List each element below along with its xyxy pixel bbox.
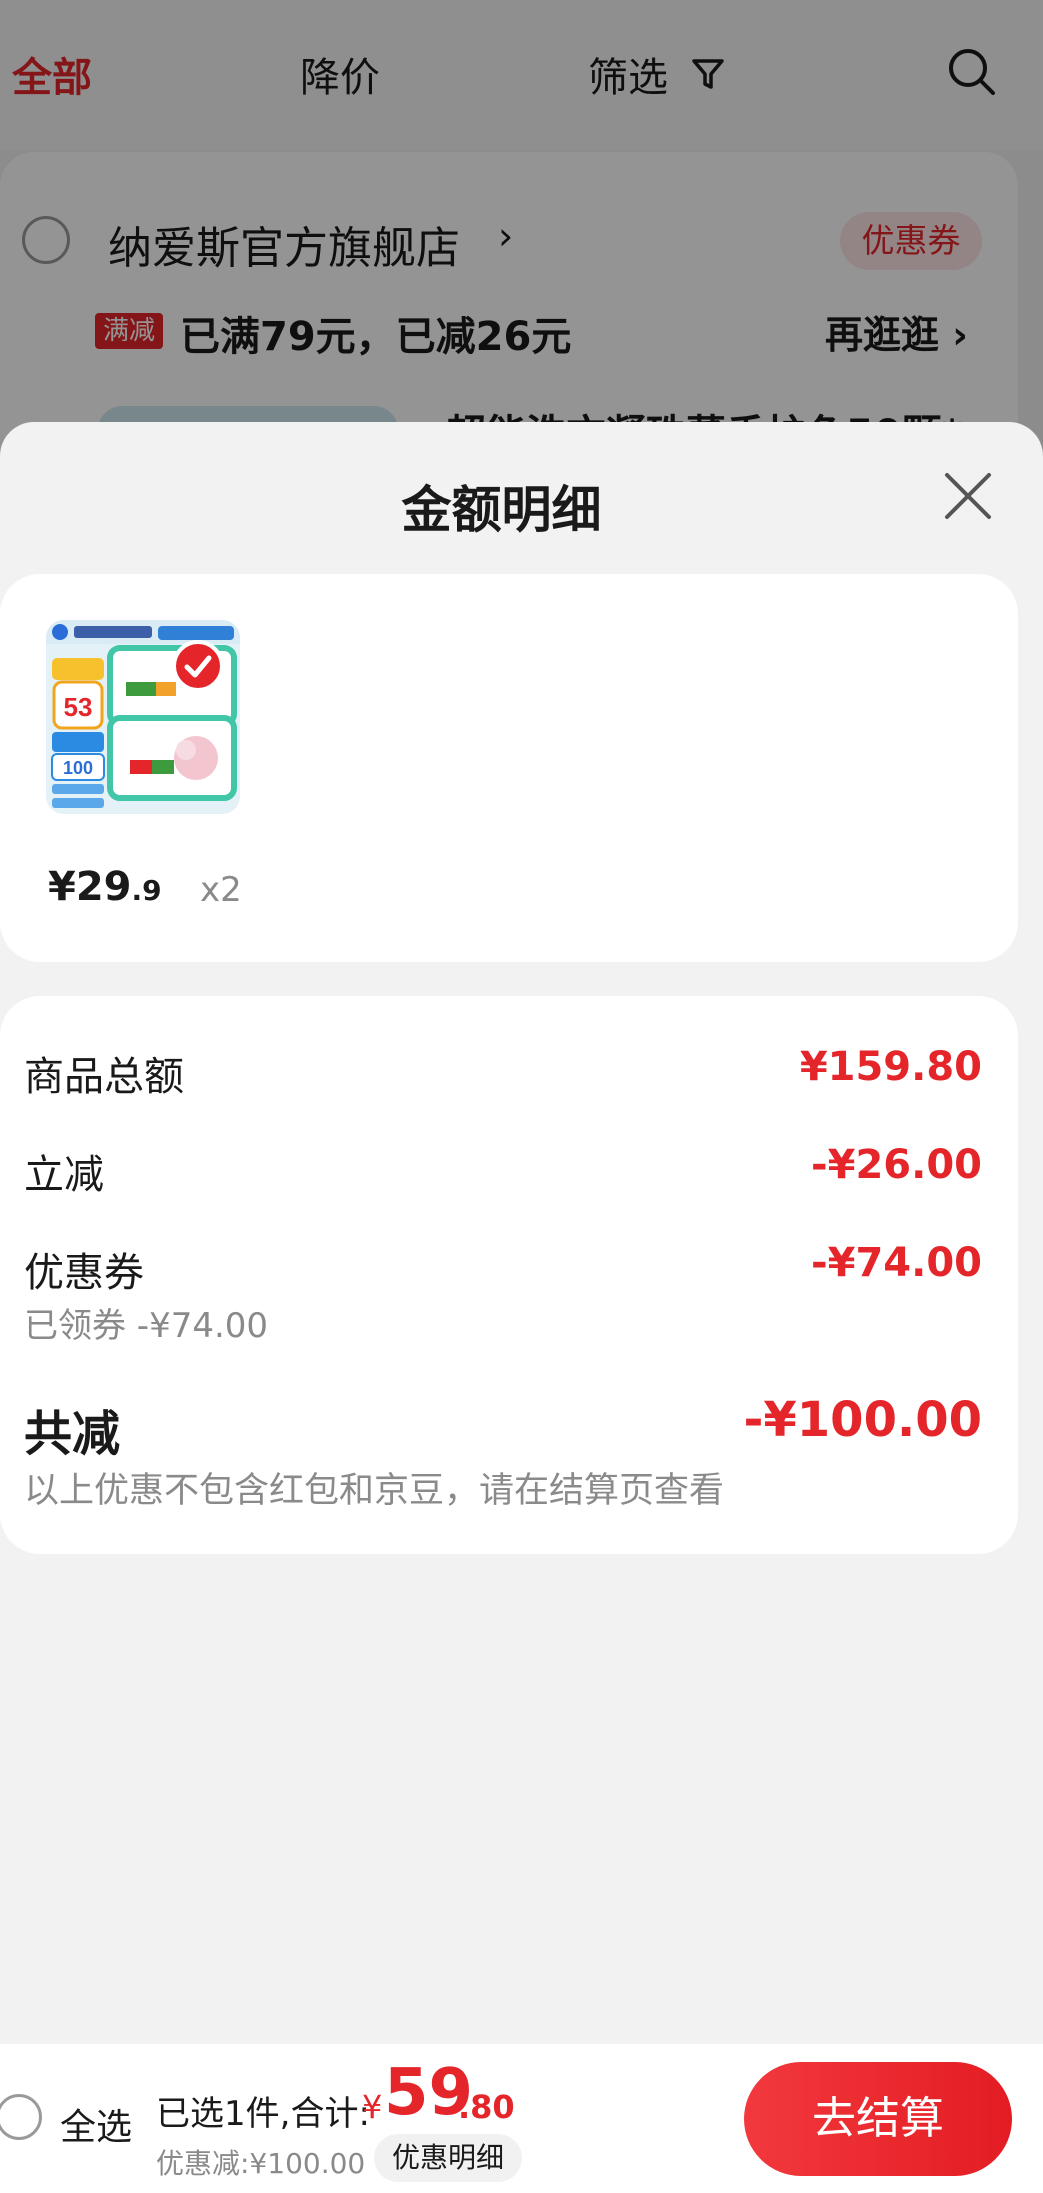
svg-text:53: 53 xyxy=(64,692,93,722)
amount-detail-sheet: 金额明细 53 100 ¥29.9 x2 商品总额 ¥159.80 立减 -¥2… xyxy=(0,422,1043,2193)
discount-detail-button[interactable]: 优惠明细 xyxy=(374,2134,523,2182)
instant-discount-value: -¥26.00 xyxy=(811,1142,982,1188)
select-all-radio[interactable] xyxy=(0,2094,42,2140)
item-quantity: x2 xyxy=(200,870,242,910)
close-icon[interactable] xyxy=(942,470,994,522)
discount-disclaimer: 以上优惠不包含红包和京豆，请在结算页查看 xyxy=(24,1471,725,1511)
coupon-value: -¥74.00 xyxy=(811,1240,982,1286)
total-discount-label: 共减 xyxy=(24,1406,121,1462)
coupon-claimed-note: 已领券 -¥74.00 xyxy=(24,1306,269,1346)
checkout-bar: 全选 已选1件,合计: ¥ 59 .80 优惠减:¥100.00 优惠明细 去结… xyxy=(0,2044,1043,2193)
select-all-label[interactable]: 全选 xyxy=(60,2098,132,2150)
amount-summary-card: 商品总额 ¥159.80 立减 -¥26.00 优惠券 -¥74.00 已领券 … xyxy=(0,996,1018,1554)
item-price-dec: .9 xyxy=(131,874,162,907)
total-discount-value: -¥100.00 xyxy=(743,1392,982,1448)
total-currency: ¥ xyxy=(362,2088,383,2126)
item-price-int: ¥29 xyxy=(48,864,132,910)
item-selected-check[interactable] xyxy=(172,640,224,692)
instant-discount-label: 立减 xyxy=(24,1152,104,1198)
sheet-title: 金额明细 xyxy=(401,481,602,539)
svg-text:100: 100 xyxy=(63,758,93,778)
product-image[interactable]: 53 100 xyxy=(46,620,240,814)
subtotal-value: ¥159.80 xyxy=(799,1044,982,1090)
coupon-label: 优惠券 xyxy=(24,1250,144,1296)
total-amount-dec: .80 xyxy=(458,2088,515,2126)
check-icon xyxy=(184,655,212,678)
subtotal-label: 商品总额 xyxy=(24,1054,184,1100)
item-price: ¥29.9 xyxy=(48,864,162,910)
checkout-button[interactable]: 去结算 xyxy=(744,2062,1012,2176)
discount-summary: 优惠减:¥100.00 xyxy=(156,2147,366,2180)
selected-count-text: 已选1件,合计: xyxy=(156,2094,370,2134)
selected-items-card: 53 100 ¥29.9 x2 xyxy=(0,574,1018,962)
